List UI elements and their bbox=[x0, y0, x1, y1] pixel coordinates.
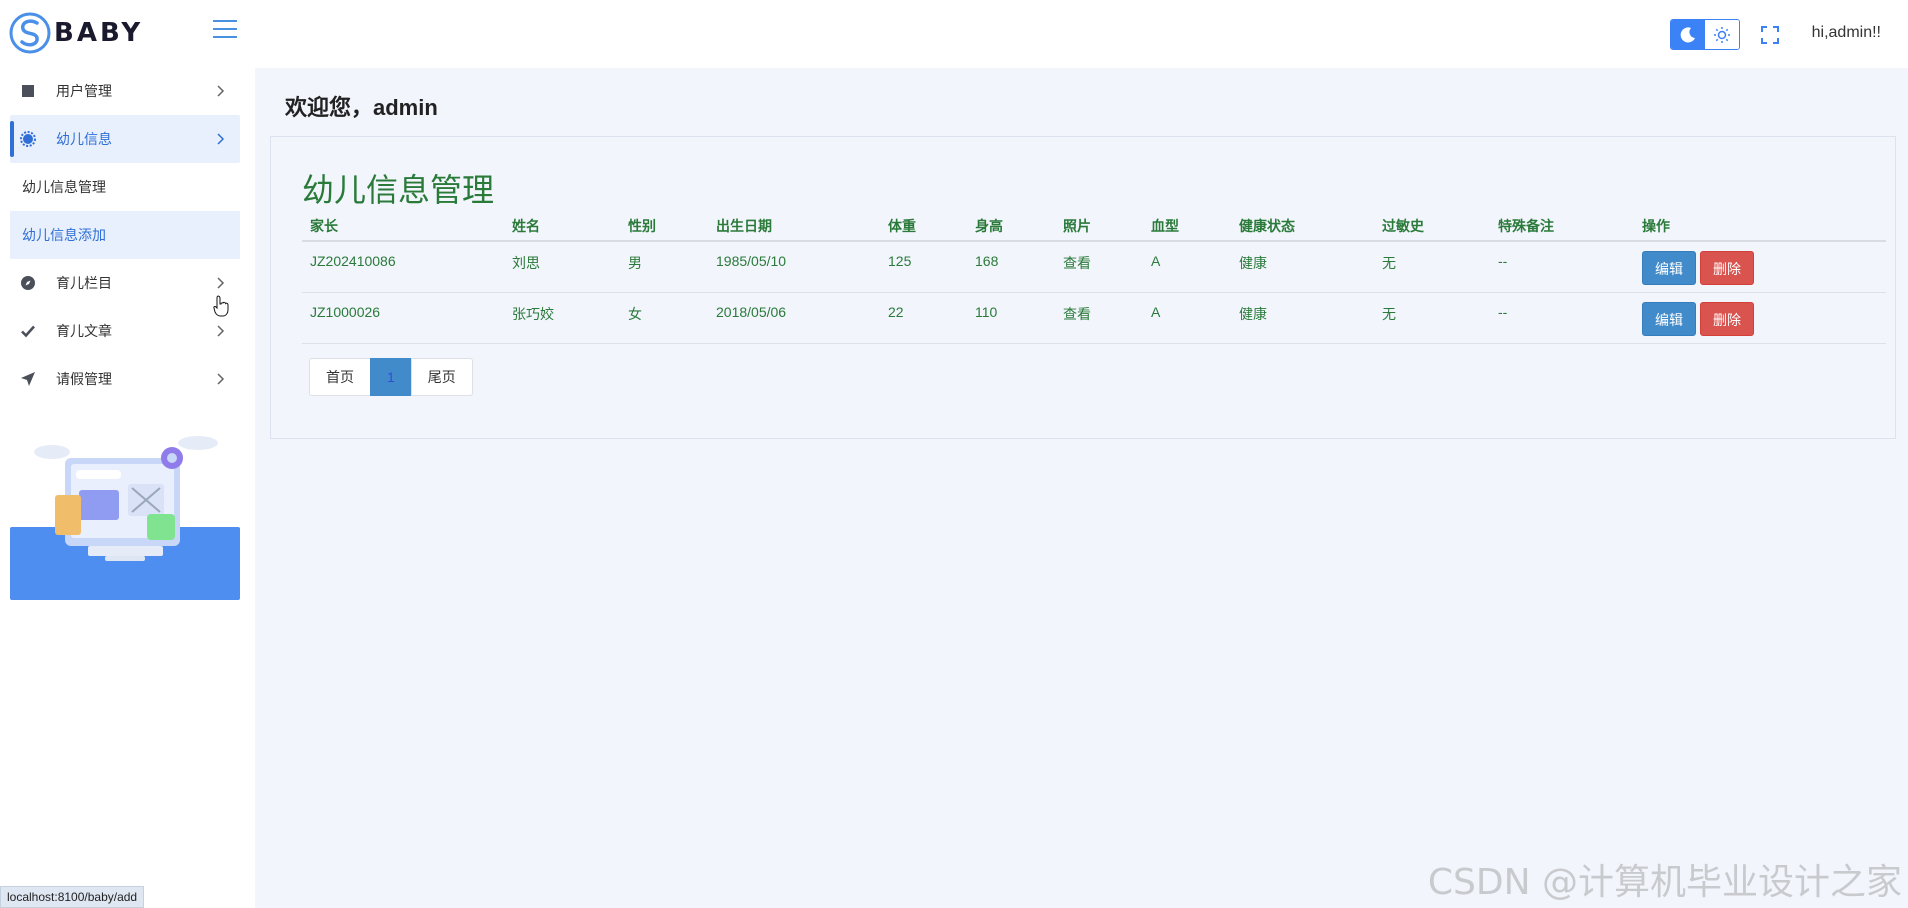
cell-weight: 125 bbox=[880, 241, 967, 293]
cell-birth: 2018/05/06 bbox=[708, 292, 880, 344]
theme-toggle bbox=[1670, 19, 1740, 50]
sun-icon bbox=[1714, 26, 1730, 43]
cell-health: 健康 bbox=[1231, 292, 1374, 344]
table-row: JZ1000026 张巧姣 女 2018/05/06 22 110 查看 A 健… bbox=[302, 292, 1886, 344]
user-greeting[interactable]: hi,admin!! bbox=[1812, 24, 1881, 42]
sidebar-item-parenting-articles[interactable]: 育儿文章 bbox=[10, 307, 240, 355]
sidebar-item-label: 育儿栏目 bbox=[56, 275, 112, 291]
cell-actions: 编辑 删除 bbox=[1634, 241, 1886, 293]
col-header-allergy: 过敏史 bbox=[1374, 211, 1490, 242]
col-header-name: 姓名 bbox=[504, 211, 620, 242]
logo-text: BABY bbox=[54, 18, 144, 48]
gear-icon bbox=[20, 131, 36, 147]
cell-allergy: 无 bbox=[1374, 292, 1490, 344]
cell-blood: A bbox=[1143, 292, 1231, 344]
cell-name: 刘思 bbox=[504, 241, 620, 293]
chevron-right-icon bbox=[217, 325, 225, 337]
edit-button[interactable]: 编辑 bbox=[1642, 301, 1696, 336]
sidebar-item-user-management[interactable]: 用户管理 bbox=[10, 67, 240, 115]
cell-health: 健康 bbox=[1231, 241, 1374, 293]
table-row: JZ202410086 刘思 男 1985/05/10 125 168 查看 A… bbox=[302, 241, 1886, 293]
sidebar-illustration bbox=[10, 436, 240, 600]
welcome-heading: 欢迎您，admin bbox=[285, 95, 438, 120]
cell-parent: JZ202410086 bbox=[302, 241, 504, 293]
sidebar-item-baby-info[interactable]: 幼儿信息 bbox=[10, 115, 240, 163]
cell-note: -- bbox=[1490, 241, 1634, 293]
cell-allergy: 无 bbox=[1374, 241, 1490, 293]
sidebar-item-label: 用户管理 bbox=[56, 83, 112, 99]
sidebar-item-parenting-columns[interactable]: 育儿栏目 bbox=[10, 259, 240, 307]
col-header-gender: 性别 bbox=[620, 211, 708, 242]
current-page-button[interactable]: 1 bbox=[370, 358, 412, 396]
sidebar-item-label: 请假管理 bbox=[56, 371, 112, 387]
topbar: hi,admin!! bbox=[255, 0, 1908, 68]
content-card: 幼儿信息管理 家长 姓名 性别 出生日期 体重 身高 照片 血型 健康状态 过敏… bbox=[270, 136, 1896, 439]
cell-height: 110 bbox=[967, 292, 1055, 344]
sidebar-item-leave-management[interactable]: 请假管理 bbox=[10, 355, 240, 403]
cell-actions: 编辑 删除 bbox=[1634, 292, 1886, 344]
chevron-right-icon bbox=[217, 85, 225, 97]
col-header-height: 身高 bbox=[967, 211, 1055, 242]
first-page-button[interactable]: 首页 bbox=[309, 358, 371, 396]
cell-name: 张巧姣 bbox=[504, 292, 620, 344]
delete-button[interactable]: 删除 bbox=[1700, 251, 1754, 285]
col-header-weight: 体重 bbox=[880, 211, 967, 242]
cell-gender: 男 bbox=[620, 241, 708, 293]
cell-blood: A bbox=[1143, 241, 1231, 293]
cell-birth: 1985/05/10 bbox=[708, 241, 880, 293]
dark-mode-button[interactable] bbox=[1671, 20, 1705, 49]
menu-toggle-icon[interactable] bbox=[213, 20, 237, 42]
delete-button[interactable]: 删除 bbox=[1700, 301, 1754, 336]
cell-height: 168 bbox=[967, 241, 1055, 293]
cell-gender: 女 bbox=[620, 292, 708, 344]
view-photo-link[interactable]: 查看 bbox=[1055, 241, 1143, 293]
cell-parent: JZ1000026 bbox=[302, 292, 504, 344]
watermark: CSDN @计算机毕业设计之家 bbox=[1427, 862, 1902, 903]
cell-weight: 22 bbox=[880, 292, 967, 344]
compass-icon bbox=[20, 275, 36, 291]
baby-info-submenu: 幼儿信息管理 幼儿信息添加 bbox=[10, 163, 240, 317]
square-icon bbox=[20, 83, 36, 99]
sidebar-item-label: 育儿文章 bbox=[56, 323, 112, 339]
edit-button[interactable]: 编辑 bbox=[1642, 251, 1696, 285]
table-header-row: 家长 姓名 性别 出生日期 体重 身高 照片 血型 健康状态 过敏史 特殊备注 … bbox=[302, 211, 1886, 242]
logo-mark-icon bbox=[9, 12, 51, 54]
chevron-right-icon bbox=[217, 133, 225, 145]
cell-note: -- bbox=[1490, 292, 1634, 344]
moon-icon bbox=[1680, 26, 1695, 42]
sidebar-subitem-label: 幼儿信息添加 bbox=[22, 227, 106, 243]
col-header-actions: 操作 bbox=[1634, 211, 1886, 242]
sidebar-subitem-baby-manage[interactable]: 幼儿信息管理 bbox=[10, 163, 240, 211]
logo[interactable]: BABY bbox=[8, 10, 143, 56]
chevron-right-icon bbox=[217, 373, 225, 385]
send-icon bbox=[20, 371, 36, 387]
col-header-health: 健康状态 bbox=[1231, 211, 1374, 242]
fullscreen-icon[interactable] bbox=[1760, 25, 1780, 45]
col-header-parent: 家长 bbox=[302, 211, 504, 242]
col-header-birth: 出生日期 bbox=[708, 211, 880, 242]
last-page-button[interactable]: 尾页 bbox=[410, 358, 473, 396]
view-photo-link[interactable]: 查看 bbox=[1055, 292, 1143, 344]
sidebar-subitem-baby-add[interactable]: 幼儿信息添加 bbox=[10, 211, 240, 317]
col-header-note: 特殊备注 bbox=[1490, 211, 1634, 242]
page-title: 幼儿信息管理 bbox=[302, 172, 495, 208]
check-icon bbox=[20, 323, 36, 339]
sidebar-menu: 用户管理 幼儿信息 幼儿信息管理 幼儿信息添加 育儿栏目 育儿文章 请假管理 bbox=[10, 67, 240, 403]
status-bar-url: localhost:8100/baby/add bbox=[0, 886, 145, 908]
col-header-photo: 照片 bbox=[1055, 211, 1143, 242]
light-mode-button[interactable] bbox=[1705, 20, 1739, 49]
sidebar-item-label: 幼儿信息 bbox=[56, 131, 112, 147]
col-header-blood: 血型 bbox=[1143, 211, 1231, 242]
chevron-right-icon bbox=[217, 277, 225, 289]
baby-info-table: 家长 姓名 性别 出生日期 体重 身高 照片 血型 健康状态 过敏史 特殊备注 … bbox=[302, 211, 1886, 344]
pagination: 首页 1 尾页 bbox=[309, 358, 473, 396]
sidebar: BABY 用户管理 幼儿信息 幼儿信息管理 幼儿信息添加 育儿栏目 育儿文章 请… bbox=[0, 0, 255, 908]
